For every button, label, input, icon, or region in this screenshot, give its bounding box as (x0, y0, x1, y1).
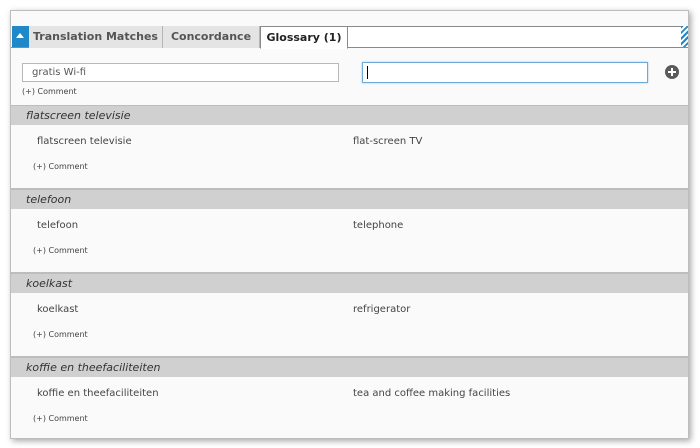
glossary-group: koffie en theefaciliteiten koffie en the… (11, 357, 688, 438)
tab-concordance[interactable]: Concordance (163, 26, 260, 48)
glossary-group-header[interactable]: telefoon (11, 189, 688, 209)
source-term: koelkast (37, 304, 79, 315)
glossary-group-header[interactable]: flatscreen televisie (11, 105, 688, 125)
source-term: koffie en theefaciliteiten (37, 388, 159, 399)
add-comment-link[interactable]: (+) Comment (33, 414, 88, 423)
target-term: telephone (353, 220, 404, 231)
glossary-group-header[interactable]: koelkast (11, 273, 688, 293)
glossary-entry: koffie en theefaciliteiten tea and coffe… (11, 377, 688, 438)
target-term: flat-screen TV (353, 136, 423, 147)
glossary-entry: telefoon telephone (+) Comment (11, 209, 688, 273)
panel-resize-handle[interactable] (681, 26, 688, 47)
source-term: telefoon (37, 220, 79, 231)
add-comment-link[interactable]: (+) Comment (33, 330, 88, 339)
text-caret (367, 66, 368, 79)
panel-top-strip (11, 11, 688, 26)
collapse-button[interactable] (12, 26, 29, 47)
glossary-panel: Translation Matches Concordance Glossary… (10, 10, 689, 439)
translation-input[interactable] (362, 62, 648, 83)
glossary-group-header[interactable]: koffie en theefaciliteiten (11, 357, 688, 377)
tab-translation-matches[interactable]: Translation Matches (29, 26, 163, 48)
triangle-up-icon (16, 33, 24, 38)
tab-bar: Translation Matches Concordance Glossary… (11, 26, 688, 49)
target-term: refrigerator (353, 304, 411, 315)
target-term: tea and coffee making facilities (353, 388, 511, 399)
add-comment-link[interactable]: (+) Comment (33, 246, 88, 255)
source-term: flatscreen televisie (37, 136, 132, 147)
glossary-group: koelkast koelkast refrigerator (+) Comme… (11, 273, 688, 357)
glossary-group: flatscreen televisie flatscreen televisi… (11, 105, 688, 189)
tab-glossary[interactable]: Glossary (1) (260, 26, 348, 49)
add-comment-link[interactable]: (+) Comment (33, 162, 88, 171)
plus-circle-icon[interactable] (665, 65, 679, 79)
term-input[interactable] (22, 63, 339, 82)
glossary-entry: flatscreen televisie flat-screen TV (+) … (11, 125, 688, 189)
glossary-entry: koelkast refrigerator (+) Comment (11, 293, 688, 357)
new-entry-row: (+) Comment (11, 49, 688, 105)
tab-bar-filler (348, 26, 681, 48)
glossary-group: telefoon telefoon telephone (+) Comment (11, 189, 688, 273)
add-comment-link[interactable]: (+) Comment (22, 87, 77, 96)
